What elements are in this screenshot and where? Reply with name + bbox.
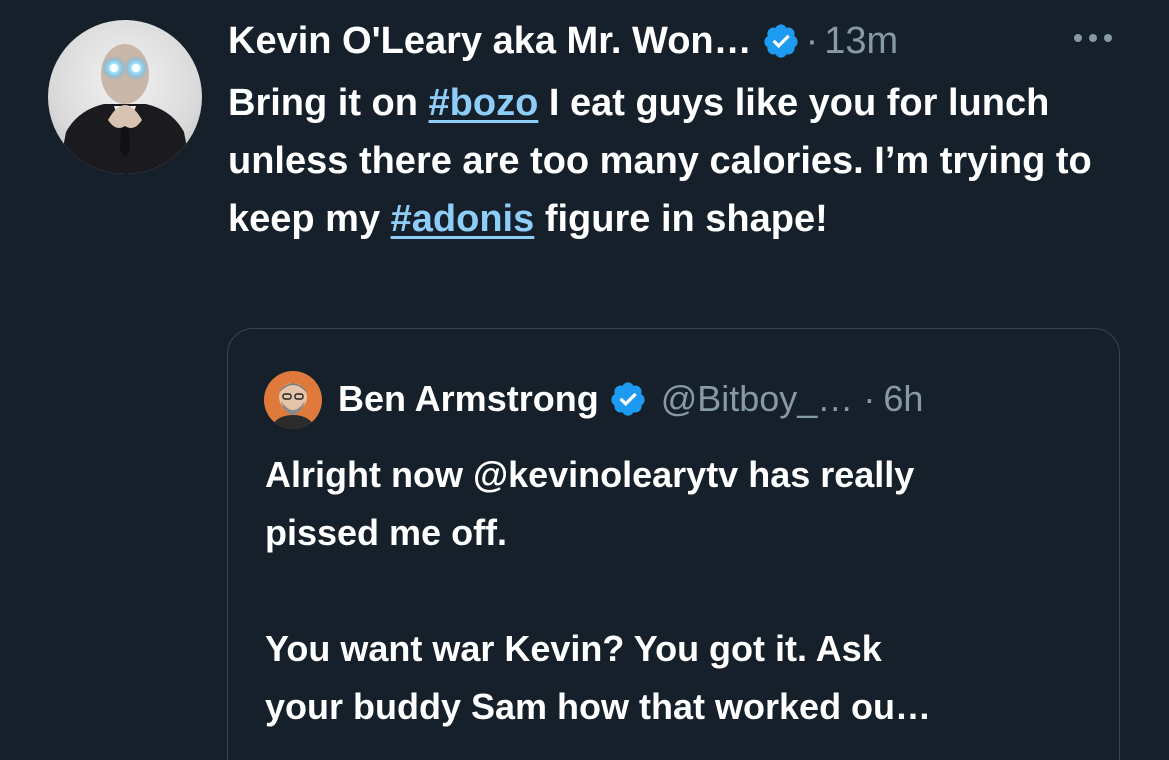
verified-badge-icon [762,22,800,60]
hashtag-link[interactable]: #bozo [429,82,539,124]
quoted-author-handle[interactable]: @Bitboy_… [661,373,854,425]
author-name[interactable]: Kevin O'Leary aka Mr. Won… [228,14,752,68]
tweet-text-part: figure in shape! [534,198,828,240]
quoted-text-line: Alright now @kevinolearytv has really [265,454,915,495]
tweet-text-part: Bring it on [228,82,429,124]
tweet-timestamp[interactable]: 13m [824,14,898,68]
quoted-text-line: You want war Kevin? You got it. Ask [265,628,882,669]
tweet-text: Bring it on #bozo I eat guys like you fo… [228,74,1128,248]
quoted-tweet-header: Ben Armstrong @Bitboy_… · 6h [338,373,923,425]
quoted-text-line [265,562,1095,620]
hashtag-link[interactable]: #adonis [391,198,535,240]
quoted-text-line: pissed me off. [265,512,508,553]
quoted-text-line: your buddy Sam how that worked ou… [265,686,932,727]
quoted-tweet-timestamp[interactable]: 6h [883,373,923,425]
quoted-tweet-text: Alright now @kevinolearytv has really pi… [265,446,1095,736]
author-avatar-image [48,20,202,174]
quoted-author-name[interactable]: Ben Armstrong [338,373,599,425]
header-separator: · [805,20,819,62]
more-options-icon[interactable] [1070,28,1116,48]
verified-badge-icon [609,380,647,418]
quoted-author-avatar-image [264,371,322,429]
quoted-header-separator: · [863,378,876,419]
author-avatar[interactable] [48,20,202,174]
quoted-author-avatar[interactable] [264,371,322,429]
tweet-header: Kevin O'Leary aka Mr. Won… · 13m [228,14,898,68]
